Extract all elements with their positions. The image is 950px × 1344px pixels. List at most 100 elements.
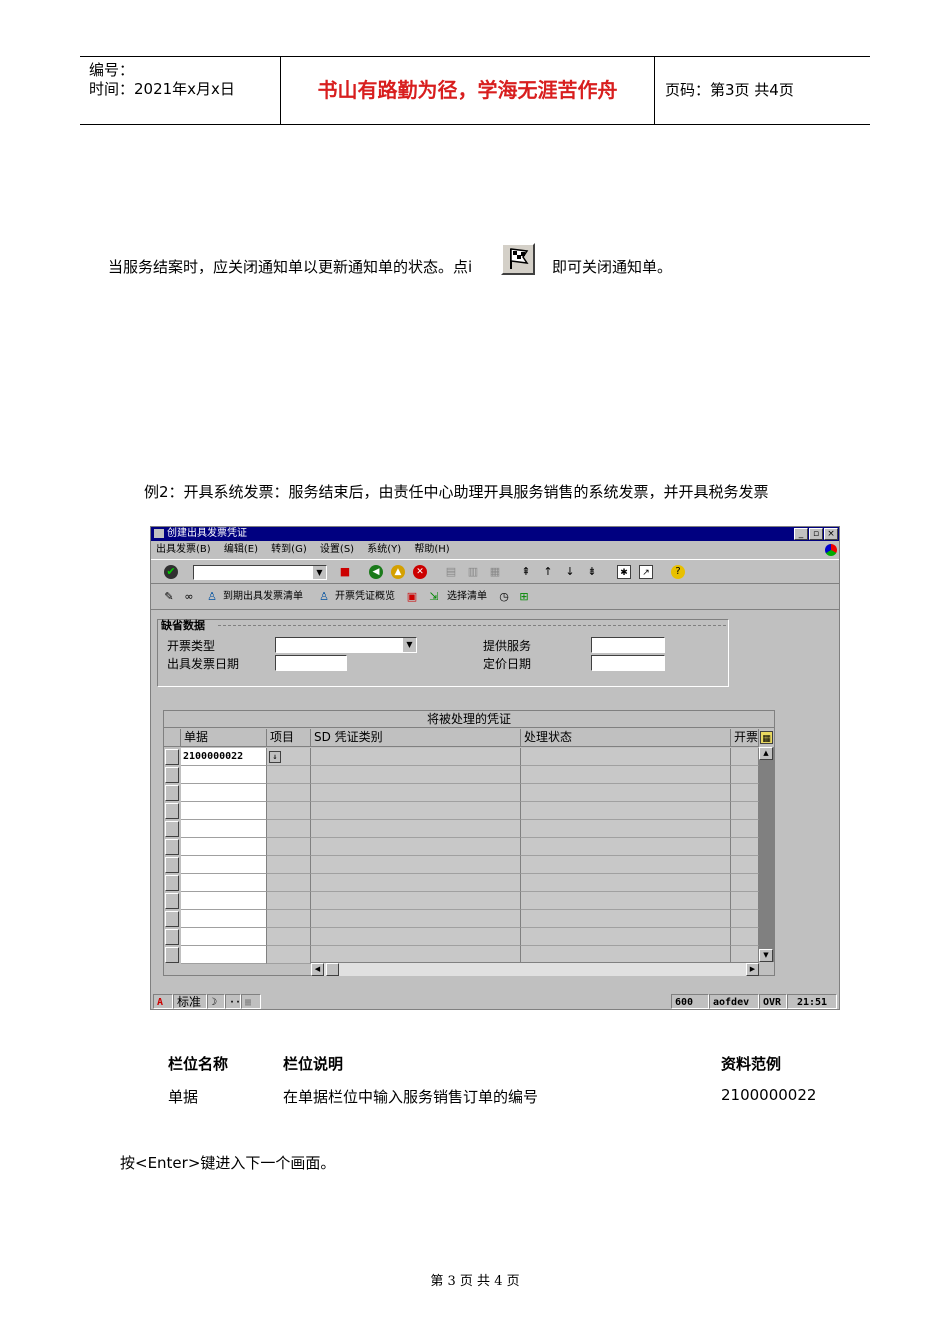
table-cell[interactable] — [311, 820, 521, 838]
table-cell[interactable] — [731, 910, 759, 928]
row-selector[interactable] — [165, 821, 179, 837]
table-cell[interactable]: ⇓ — [267, 748, 311, 766]
next-page-icon[interactable]: ↓ — [563, 565, 577, 579]
find-next-icon[interactable]: ▦ — [488, 565, 502, 579]
table-cell[interactable] — [181, 802, 267, 820]
command-field[interactable]: ▼ — [193, 565, 327, 580]
table-cell[interactable] — [267, 784, 311, 802]
table-cell[interactable] — [181, 820, 267, 838]
print-icon[interactable]: ▤ — [444, 565, 458, 579]
select-list-button[interactable]: 选择清单 — [447, 590, 487, 604]
scroll-down-icon[interactable]: ▼ — [759, 949, 773, 962]
table-cell[interactable] — [311, 892, 521, 910]
item-dropdown-icon[interactable]: ⇓ — [269, 751, 281, 763]
save-icon[interactable]: ■ — [338, 565, 352, 579]
back-icon[interactable]: ◀ — [369, 565, 383, 579]
table-cell[interactable] — [267, 892, 311, 910]
vertical-scrollbar[interactable]: ▲ ▼ — [759, 747, 774, 962]
table-cell[interactable] — [181, 946, 267, 964]
table-cell[interactable] — [311, 928, 521, 946]
col-document[interactable]: 单据 — [181, 729, 267, 747]
table-cell[interactable] — [181, 874, 267, 892]
horizontal-scrollbar[interactable]: ◀ ▶ — [311, 962, 759, 976]
doc-overview-person-icon[interactable]: ♙ — [317, 590, 331, 604]
table-cell[interactable] — [521, 856, 731, 874]
table-cell[interactable] — [521, 820, 731, 838]
col-processing-status[interactable]: 处理状态 — [521, 729, 731, 747]
new-session-icon[interactable]: ✱ — [617, 565, 631, 579]
table-cell[interactable] — [311, 874, 521, 892]
col-billing[interactable]: 开票 — [731, 729, 759, 747]
table-cell[interactable] — [521, 802, 731, 820]
table-settings-icon[interactable]: ▦ — [760, 731, 773, 744]
table-cell[interactable] — [731, 892, 759, 910]
edit-pencil-icon[interactable]: ✎ — [162, 590, 176, 604]
clock-icon[interactable]: ◷ — [497, 590, 511, 604]
table-cell[interactable] — [731, 874, 759, 892]
table-cell[interactable] — [731, 784, 759, 802]
calendar-icon[interactable]: ▣ — [405, 590, 419, 604]
display-glasses-icon[interactable]: ∞ — [182, 590, 196, 604]
table-cell[interactable] — [521, 928, 731, 946]
table-cell[interactable] — [731, 838, 759, 856]
table-cell[interactable] — [267, 802, 311, 820]
menu-edit[interactable]: 编辑(E) — [224, 544, 258, 555]
first-page-icon[interactable]: ⇞ — [519, 565, 533, 579]
row-selector[interactable] — [165, 929, 179, 945]
col-item[interactable]: 项目 — [267, 729, 311, 747]
dots-icon[interactable]: ·· — [225, 994, 241, 1009]
scroll-left-icon[interactable]: ◀ — [311, 963, 324, 976]
doc-overview-button[interactable]: 开票凭证概览 — [335, 590, 395, 604]
table-cell[interactable] — [521, 784, 731, 802]
font-a-icon[interactable]: A — [153, 994, 173, 1009]
input-mode[interactable]: 标准 — [173, 994, 207, 1009]
add-icon[interactable]: ⊞ — [517, 590, 531, 604]
table-cell[interactable] — [311, 766, 521, 784]
table-cell[interactable] — [181, 766, 267, 784]
row-selector[interactable] — [165, 893, 179, 909]
billing-type-select[interactable]: ▼ — [275, 637, 417, 653]
table-cell[interactable] — [267, 910, 311, 928]
table-cell[interactable] — [521, 838, 731, 856]
row-selector[interactable] — [165, 803, 179, 819]
row-selector[interactable] — [165, 785, 179, 801]
table-cell[interactable] — [311, 748, 521, 766]
find-icon[interactable]: ▥ — [466, 565, 480, 579]
menu-goto[interactable]: 转到(G) — [271, 544, 307, 555]
scroll-up-icon[interactable]: ▲ — [759, 747, 773, 760]
billing-type-dropdown-icon[interactable]: ▼ — [403, 638, 416, 652]
table-cell[interactable] — [267, 820, 311, 838]
table-cell[interactable] — [311, 784, 521, 802]
menu-settings[interactable]: 设置(S) — [320, 544, 354, 555]
row-selector[interactable] — [165, 911, 179, 927]
table-cell[interactable] — [311, 856, 521, 874]
select-list-icon[interactable]: ⇲ — [427, 590, 441, 604]
table-cell[interactable] — [267, 928, 311, 946]
table-cell[interactable] — [521, 748, 731, 766]
moon-icon[interactable]: ☽ — [207, 994, 225, 1009]
last-page-icon[interactable]: ⇟ — [585, 565, 599, 579]
scroll-thumb[interactable] — [326, 963, 339, 976]
table-cell[interactable] — [521, 766, 731, 784]
row-selector[interactable] — [165, 749, 179, 765]
table-cell[interactable] — [267, 856, 311, 874]
table-cell[interactable] — [181, 838, 267, 856]
menu-billing[interactable]: 出具发票(B) — [156, 544, 211, 555]
table-cell[interactable] — [521, 910, 731, 928]
close-button[interactable]: × — [824, 528, 838, 540]
table-cell[interactable] — [181, 784, 267, 802]
enter-check-icon[interactable]: ✔ — [164, 565, 178, 579]
shortcut-icon[interactable]: ↗ — [639, 565, 653, 579]
maximize-button[interactable]: ▫ — [809, 528, 823, 540]
table-cell[interactable] — [267, 946, 311, 964]
menu-help[interactable]: 帮助(H) — [414, 544, 449, 555]
keyboard-icon[interactable]: ▦ — [241, 994, 261, 1009]
minimize-button[interactable]: _ — [794, 528, 808, 540]
table-cell[interactable] — [731, 856, 759, 874]
table-cell[interactable] — [731, 802, 759, 820]
prev-page-icon[interactable]: ↑ — [541, 565, 555, 579]
table-cell[interactable] — [311, 802, 521, 820]
command-dropdown-icon[interactable]: ▼ — [313, 566, 326, 579]
billing-date-input[interactable] — [275, 655, 347, 671]
exit-icon[interactable]: ▲ — [391, 565, 405, 579]
